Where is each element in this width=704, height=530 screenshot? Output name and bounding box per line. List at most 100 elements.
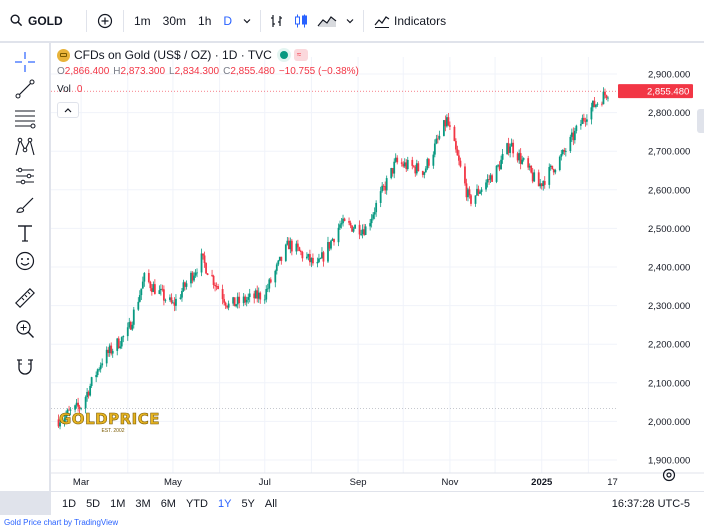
candle-body bbox=[385, 178, 388, 191]
candle-body bbox=[206, 273, 209, 276]
smiley-icon bbox=[15, 251, 35, 271]
fib-retracement-tool[interactable] bbox=[12, 105, 38, 131]
interval-30m[interactable]: 30m bbox=[157, 7, 192, 35]
symbol-search[interactable]: GOLD bbox=[0, 7, 82, 35]
candle bbox=[274, 269, 277, 288]
delayed-badge[interactable]: ≈ bbox=[293, 49, 308, 61]
interval-dropdown[interactable] bbox=[238, 7, 256, 35]
bar-style-button[interactable] bbox=[265, 7, 289, 35]
chart-pane[interactable]: 2,900.000 2,800.000 2,700.000 2,600.000 2,50… bbox=[51, 43, 704, 491]
candle bbox=[358, 220, 361, 240]
chart-type-dropdown[interactable] bbox=[341, 7, 359, 35]
range-6m[interactable]: 6M bbox=[156, 498, 181, 510]
reference-lines bbox=[51, 90, 617, 410]
legend-title[interactable]: CFDs on Gold (US$ / OZ) · 1D · TVC bbox=[74, 47, 272, 63]
candle bbox=[298, 246, 301, 252]
market-status-dot[interactable] bbox=[279, 51, 288, 59]
range-1y[interactable]: 1Y bbox=[213, 498, 236, 510]
time-tick-label: 17 bbox=[607, 477, 618, 488]
area-chart-icon bbox=[317, 15, 337, 27]
candle-body bbox=[438, 135, 441, 139]
candle-body bbox=[501, 153, 504, 160]
candle-body bbox=[464, 166, 466, 184]
range-ytd[interactable]: YTD bbox=[181, 498, 213, 510]
coin-icon bbox=[57, 48, 70, 62]
trend-line-tool[interactable] bbox=[12, 76, 38, 102]
candle-body bbox=[449, 125, 451, 127]
candle-body bbox=[175, 298, 177, 306]
compare-button[interactable] bbox=[91, 7, 119, 35]
candle-body bbox=[337, 227, 340, 243]
price-tick-label: 2,200.000 bbox=[648, 340, 690, 351]
brush-tool[interactable] bbox=[12, 192, 38, 218]
candle-body bbox=[217, 286, 219, 290]
candle-body bbox=[84, 397, 87, 409]
candle-body bbox=[149, 281, 152, 289]
candle-body bbox=[89, 385, 92, 396]
range-all[interactable]: All bbox=[260, 498, 282, 510]
prediction-tool[interactable] bbox=[12, 163, 38, 189]
candle-body bbox=[436, 138, 439, 140]
candle bbox=[147, 269, 150, 284]
interval-1m[interactable]: 1m bbox=[128, 7, 157, 35]
candle bbox=[259, 291, 262, 304]
candle bbox=[153, 279, 156, 295]
text-tool[interactable] bbox=[12, 220, 38, 246]
candle-body bbox=[185, 283, 188, 287]
candle-body bbox=[605, 95, 608, 98]
range-1m[interactable]: 1M bbox=[105, 498, 130, 510]
candle-body bbox=[474, 195, 477, 204]
range-5d[interactable]: 5D bbox=[81, 498, 105, 510]
price-tick-label: 2,000.000 bbox=[648, 417, 690, 428]
close-label: C bbox=[223, 66, 231, 77]
price-scale[interactable]: 2,900.000 2,800.000 2,700.000 2,600.000 2,50… bbox=[618, 70, 693, 467]
price-tick-label: 2,100.000 bbox=[648, 378, 690, 389]
candle-body bbox=[205, 263, 207, 274]
divider bbox=[86, 9, 87, 32]
range-3m[interactable]: 3M bbox=[130, 498, 155, 510]
logo-tagline: EST. 2002 bbox=[101, 428, 125, 434]
candle-body bbox=[370, 218, 373, 224]
open-label: O bbox=[57, 66, 65, 77]
candle-body bbox=[560, 153, 563, 157]
candle-body bbox=[265, 289, 268, 300]
candle-body bbox=[369, 223, 372, 227]
zoom-tool[interactable] bbox=[12, 316, 38, 342]
magnet-tool[interactable] bbox=[12, 354, 38, 380]
candle bbox=[495, 165, 498, 184]
candle-body bbox=[468, 189, 471, 196]
interval-d[interactable]: D bbox=[217, 7, 238, 35]
measure-tool[interactable] bbox=[12, 285, 38, 311]
indicators-button[interactable]: Indicators bbox=[368, 7, 452, 35]
high-label: H bbox=[113, 66, 121, 77]
clock[interactable]: 16:37:28 UTC-5 bbox=[612, 498, 704, 510]
time-tick-label: 2025 bbox=[531, 477, 553, 488]
crosshair-tool[interactable] bbox=[12, 49, 38, 75]
pattern-tool[interactable] bbox=[12, 134, 38, 160]
volume-label: Vol bbox=[57, 84, 71, 95]
change-value: −10.755 (−0.38%) bbox=[278, 66, 359, 77]
range-1d[interactable]: 1D bbox=[57, 498, 81, 510]
time-scale[interactable]: Mar May Jul Sep Nov 2025 17 bbox=[51, 472, 704, 488]
candles-style-button[interactable] bbox=[289, 7, 313, 35]
time-tick-label: Sep bbox=[350, 477, 367, 488]
candle-body bbox=[379, 191, 382, 203]
scroll-right-button[interactable] bbox=[697, 109, 704, 133]
collapse-legend-button[interactable] bbox=[57, 102, 79, 118]
candle-body bbox=[223, 299, 226, 303]
candle-body bbox=[512, 142, 515, 154]
interval-1h[interactable]: 1h bbox=[192, 7, 217, 35]
candle bbox=[211, 269, 213, 277]
candle bbox=[530, 165, 533, 174]
range-5y[interactable]: 5Y bbox=[236, 498, 259, 510]
emoji-tool[interactable] bbox=[12, 248, 38, 274]
candle-body bbox=[77, 402, 79, 407]
time-tick-label: Mar bbox=[73, 477, 89, 488]
attribution-link[interactable]: Gold Price chart by TradingView bbox=[0, 515, 704, 530]
candle-body bbox=[573, 130, 576, 141]
divider bbox=[363, 9, 365, 32]
legend-title-row: CFDs on Gold (US$ / OZ) · 1D · TVC ≈ bbox=[57, 47, 359, 63]
price-tick-label: 2,700.000 bbox=[648, 147, 690, 158]
area-style-button[interactable] bbox=[313, 7, 341, 35]
chart-settings-button[interactable] bbox=[661, 467, 677, 483]
